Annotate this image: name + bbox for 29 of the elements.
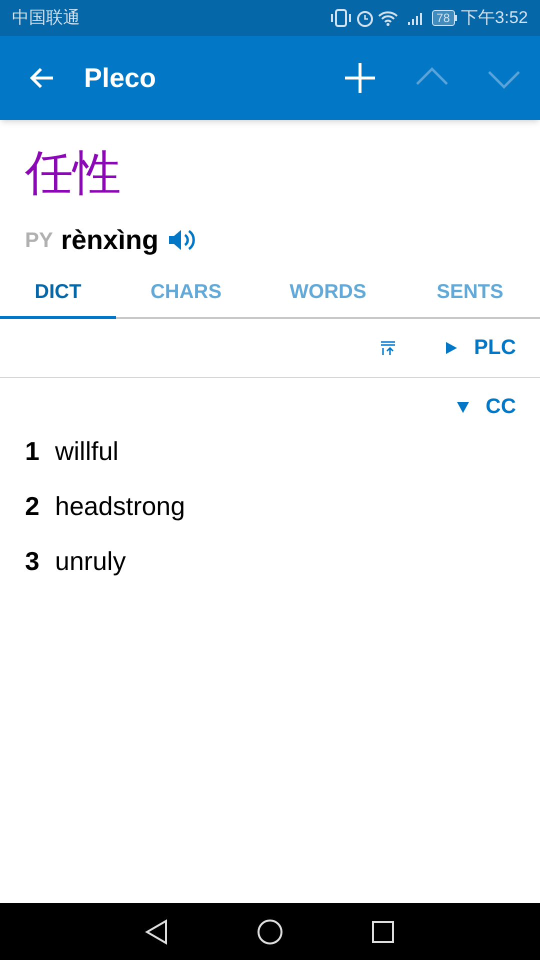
tab[interactable]: WORDS bbox=[256, 268, 400, 318]
collapse-all-icon[interactable] bbox=[380, 340, 396, 356]
definition-number: 3 bbox=[25, 544, 40, 578]
tab[interactable]: DICT bbox=[0, 268, 116, 318]
headword: 任性 bbox=[25, 146, 122, 202]
alarm-icon bbox=[356, 9, 374, 27]
tab[interactable]: SENTS bbox=[400, 268, 540, 318]
dictionary-header[interactable]: PLC bbox=[444, 332, 516, 364]
dictionary-header[interactable]: CC bbox=[456, 390, 516, 422]
definition-text: unruly bbox=[55, 544, 126, 578]
home-circle-icon[interactable] bbox=[257, 918, 283, 944]
speaker-icon[interactable] bbox=[166, 228, 195, 252]
back-triangle-icon[interactable] bbox=[145, 918, 169, 944]
definition-number: 2 bbox=[25, 490, 40, 522]
pinyin-label: PY bbox=[25, 228, 54, 254]
clock: 下午3:52 bbox=[460, 7, 528, 30]
carrier-name: 中国联通 bbox=[12, 7, 80, 30]
pinyin: rènxìng bbox=[61, 224, 159, 257]
wifi-icon bbox=[378, 10, 398, 26]
back-arrow-icon bbox=[29, 66, 55, 90]
app-title: Pleco bbox=[84, 62, 158, 95]
vibrate-icon bbox=[330, 9, 352, 27]
square-icon[interactable] bbox=[371, 920, 395, 944]
tab[interactable]: CHARS bbox=[116, 268, 256, 318]
definition-text: willful bbox=[55, 434, 119, 468]
definition-text: headstrong bbox=[55, 490, 186, 522]
definition-number: 1 bbox=[25, 434, 40, 468]
plus-icon bbox=[344, 62, 376, 94]
battery-icon: 78 bbox=[432, 10, 457, 26]
